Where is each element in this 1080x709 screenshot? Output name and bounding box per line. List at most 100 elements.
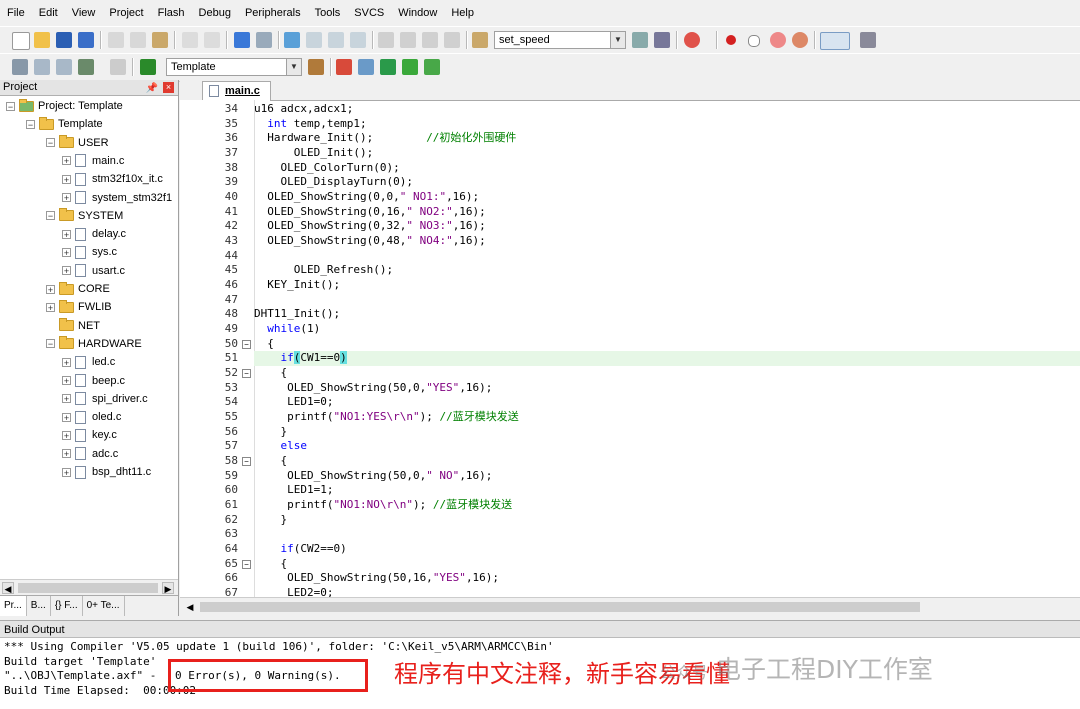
tree-folder-item[interactable]: − HARDWARE (46, 335, 142, 353)
nav-forward-icon[interactable] (256, 32, 272, 48)
code-line[interactable]: OLED_ColorTurn(0); (254, 161, 1080, 176)
pack-installer-icon[interactable] (402, 59, 418, 75)
code-line[interactable]: LED1=1; (254, 483, 1080, 498)
expand-icon[interactable]: + (62, 193, 71, 203)
menu-item-svcs[interactable]: SVCS (347, 0, 391, 26)
paste-icon[interactable] (152, 32, 168, 48)
chevron-down-icon[interactable]: ▼ (286, 59, 301, 75)
tree-folder-item[interactable]: − Project: Template (6, 97, 123, 115)
rebuild-icon[interactable] (56, 59, 72, 75)
code-line[interactable]: OLED_ShowString(0,16," NO2:",16); (254, 205, 1080, 220)
menu-item-debug[interactable]: Debug (192, 0, 238, 26)
expand-icon[interactable]: + (62, 376, 71, 386)
menu-item-edit[interactable]: Edit (32, 0, 65, 26)
kill-breakpoints-icon[interactable] (792, 32, 808, 48)
tree-file-item[interactable]: + led.c (62, 353, 115, 371)
save-icon[interactable] (56, 32, 72, 48)
tree-file-item[interactable]: + adc.c (62, 445, 118, 463)
expand-icon[interactable]: + (62, 266, 71, 276)
disable-all-breakpoints-icon[interactable] (770, 32, 786, 48)
fold-toggle-icon[interactable]: − (242, 457, 251, 467)
collapse-icon[interactable]: − (46, 138, 55, 148)
tree-folder-item[interactable]: − USER (46, 134, 109, 152)
expand-icon[interactable]: + (62, 229, 71, 239)
expand-icon[interactable]: + (62, 467, 71, 477)
fold-toggle-icon[interactable]: − (242, 559, 251, 569)
tree-file-item[interactable]: + bsp_dht11.c (62, 463, 151, 481)
editor-hscrollbar[interactable]: ◀ (180, 597, 1080, 616)
tree-folder-item[interactable]: NET (46, 317, 100, 335)
nav-back-icon[interactable] (234, 32, 250, 48)
unindent-icon[interactable] (400, 32, 416, 48)
uncomment-icon[interactable] (444, 32, 460, 48)
expand-icon[interactable]: + (62, 412, 71, 422)
code-line[interactable]: { (254, 337, 1080, 352)
tree-file-item[interactable]: + spi_driver.c (62, 390, 148, 408)
tree-folder-item[interactable]: + FWLIB (46, 298, 112, 316)
new-file-icon[interactable] (12, 32, 30, 50)
select-packs-icon[interactable] (358, 59, 374, 75)
expand-icon[interactable]: + (62, 247, 71, 257)
code-line[interactable]: OLED_ShowString(0,48," NO4:",16); (254, 234, 1080, 249)
build-icon[interactable] (34, 59, 50, 75)
panel-tab[interactable]: Pr... (0, 596, 27, 616)
code-line[interactable]: if(CW2==0) (254, 542, 1080, 557)
menu-item-window[interactable]: Window (391, 0, 444, 26)
tree-folder-item[interactable]: − SYSTEM (46, 207, 123, 225)
cut-icon[interactable] (108, 32, 124, 48)
tree-file-item[interactable]: + system_stm32f1 (62, 189, 172, 207)
tree-folder-item[interactable]: − Template (26, 115, 103, 133)
code-line[interactable]: OLED_Init(); (254, 146, 1080, 161)
fold-toggle-icon[interactable]: − (242, 369, 251, 379)
incremental-find-icon[interactable] (654, 32, 670, 48)
code-line[interactable]: { (254, 454, 1080, 469)
scroll-left-icon[interactable]: ◀ (2, 582, 14, 594)
code-line[interactable]: while(1) (254, 322, 1080, 337)
code-line[interactable]: OLED_ShowString(50,0," NO",16); (254, 469, 1080, 484)
tree-file-item[interactable]: + oled.c (62, 408, 121, 426)
project-hscrollbar[interactable]: ◀ ▶ (0, 579, 178, 596)
tree-file-item[interactable]: + sys.c (62, 243, 117, 261)
bookmark-icon[interactable] (284, 32, 300, 48)
redo-icon[interactable] (204, 32, 220, 48)
tree-file-item[interactable]: + delay.c (62, 225, 126, 243)
fold-toggle-icon[interactable]: − (242, 339, 251, 349)
code-line[interactable]: OLED_ShowString(0,32," NO3:",16); (254, 219, 1080, 234)
window-layout-icon[interactable] (820, 32, 850, 50)
expand-icon[interactable]: + (46, 302, 55, 312)
load-download-icon[interactable] (140, 59, 156, 75)
code-line[interactable]: OLED_ShowString(0,0," NO1:",16); (254, 190, 1080, 205)
batch-build-icon[interactable] (78, 59, 94, 75)
manage-project-icon[interactable] (336, 59, 352, 75)
tree-file-item[interactable]: + main.c (62, 152, 124, 170)
menu-item-tools[interactable]: Tools (308, 0, 348, 26)
tree-file-item[interactable]: + beep.c (62, 372, 125, 390)
target-select[interactable]: Template ▼ (166, 58, 302, 76)
translate-icon[interactable] (12, 59, 28, 75)
manage-rte-icon[interactable] (380, 59, 396, 75)
pin-icon[interactable]: 📌 (146, 81, 158, 96)
tab-main-c[interactable]: main.c (202, 81, 271, 101)
next-bookmark-icon[interactable] (328, 32, 344, 48)
expand-icon[interactable]: + (62, 357, 71, 367)
collapse-icon[interactable]: − (26, 119, 35, 129)
code-line[interactable]: if(CW1==0) (254, 351, 1080, 367)
expand-icon[interactable]: + (62, 156, 71, 166)
scroll-thumb[interactable] (200, 602, 920, 612)
menu-item-peripherals[interactable]: Peripherals (238, 0, 308, 26)
collapse-icon[interactable]: − (6, 101, 15, 111)
code-line[interactable]: OLED_DisplayTurn(0); (254, 175, 1080, 190)
find-combo[interactable]: set_speed ▼ (494, 31, 626, 49)
collapse-icon[interactable]: − (46, 339, 55, 349)
tree-folder-item[interactable]: + CORE (46, 280, 110, 298)
tree-file-item[interactable]: + usart.c (62, 262, 125, 280)
breakpoint-icon[interactable] (726, 35, 736, 45)
target-options-icon[interactable] (308, 59, 324, 75)
expand-icon[interactable]: + (62, 430, 71, 440)
expand-icon[interactable]: + (62, 174, 71, 184)
code-line[interactable]: DHT11_Init(); (254, 307, 1080, 322)
menu-item-view[interactable]: View (65, 0, 103, 26)
save-all-icon[interactable] (78, 32, 94, 48)
code-line[interactable]: u16 adcx,adcx1; (254, 102, 1080, 117)
chevron-down-icon[interactable]: ▼ (610, 32, 625, 48)
